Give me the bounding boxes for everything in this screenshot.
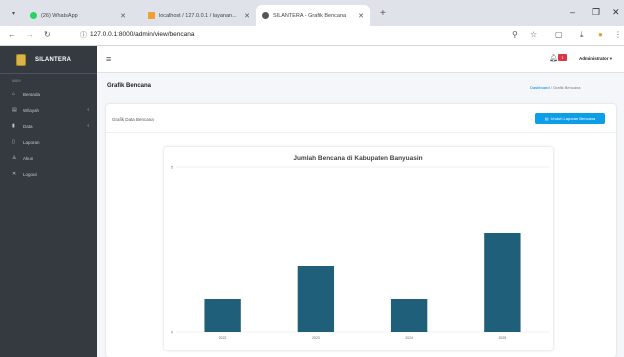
sidebar-item-beranda[interactable]: ⌂ Beranda xyxy=(0,86,97,102)
home-icon: ⌂ xyxy=(12,91,16,97)
site-info-icon[interactable]: ⓘ xyxy=(80,30,87,40)
window-close-icon[interactable]: ✕ xyxy=(612,7,620,18)
tab-phpmyadmin[interactable]: localhost / 127.0.0.1 / layanan... ✕ xyxy=(142,5,256,26)
sidebar-item-label: Beranda xyxy=(23,91,41,97)
close-icon[interactable]: ✕ xyxy=(358,12,364,20)
profile-avatar-icon[interactable]: ● xyxy=(598,30,603,39)
chevron-icon: ‹ xyxy=(87,107,89,113)
maximize-icon[interactable]: ❐ xyxy=(592,7,600,18)
sidebar-item-logout[interactable]: ✕ Logout xyxy=(0,166,97,182)
chevron-icon: ‹ xyxy=(87,123,89,129)
whatsapp-icon xyxy=(30,12,37,19)
chart-icon: ▮ xyxy=(12,123,15,129)
browser-tab-bar: ▾ (26) WhatsApp ✕ localhost / 127.0.0.1 … xyxy=(0,0,624,26)
breadcrumb-separator: / xyxy=(550,85,552,90)
download-report-label: Unduh Laporan Bencana xyxy=(550,116,596,121)
address-bar: ← → ↻ ⓘ 127.0.0.1:8000/admin/view/bencan… xyxy=(0,26,624,46)
brand[interactable]: SILANTERA xyxy=(0,46,97,74)
close-icon[interactable]: ✕ xyxy=(244,12,250,20)
y-tick-label: 5 xyxy=(171,166,173,170)
x-tick-label: 2023 xyxy=(312,336,320,340)
breadcrumb-home-link[interactable]: Dashboard xyxy=(530,85,550,90)
sidebar-item-label: Akun xyxy=(23,155,34,161)
sidebar: SILANTERA MAIN ⌂ Beranda ▤ Wilayah ‹ ▮ D… xyxy=(0,46,97,357)
menu-dots-icon[interactable]: ⋮ xyxy=(614,30,622,39)
zoom-icon[interactable]: ⚲ xyxy=(512,30,518,39)
new-tab-button[interactable]: + xyxy=(380,8,386,19)
sidebar-item-label: Wilayah xyxy=(23,107,40,113)
breadcrumb-current: Grafik Bencana xyxy=(552,85,581,90)
file-icon: ▯ xyxy=(12,139,15,145)
download-icon[interactable]: ⤓ xyxy=(580,30,584,40)
chart-container: Jumlah Bencana di Kabupaten Banyuasin 0 5 2… xyxy=(164,147,553,350)
breadcrumb: Dashboard / Grafik Bencana xyxy=(530,85,581,90)
y-tick-label: 0 xyxy=(171,331,173,335)
x-tick-label: 2024 xyxy=(405,336,413,340)
bar xyxy=(390,299,428,332)
hamburger-menu-icon[interactable]: ≡ xyxy=(106,54,111,64)
x-tick-label: 2025 xyxy=(498,336,506,340)
sidebar-item-laporan[interactable]: ▯ Laporan xyxy=(0,134,97,150)
sidebar-item-akun[interactable]: ♙ Akun xyxy=(0,150,97,166)
bell-icon[interactable]: 🔔︎ xyxy=(549,54,558,62)
tab-search-icon[interactable]: ▾ xyxy=(12,10,15,17)
brand-name: SILANTERA xyxy=(35,56,72,63)
chart-title: Jumlah Bencana di Kabupaten Banyuasin xyxy=(293,155,422,162)
sidebar-item-data[interactable]: ▮ Data ‹ xyxy=(0,118,97,134)
reload-icon[interactable]: ↻ xyxy=(44,30,51,39)
app-top-navbar: ≡ 🔔︎ 1 Administrator ▾ xyxy=(97,46,624,73)
chart-card: Grafik Data Bencana ▤ Unduh Laporan Benc… xyxy=(106,104,616,357)
bar xyxy=(204,299,241,332)
card-header: Grafik Data Bencana ▤ Unduh Laporan Benc… xyxy=(106,104,616,133)
close-icon[interactable]: ✕ xyxy=(120,12,126,20)
bar-chart: Jumlah Bencana di Kabupaten Banyuasin 0 5 2… xyxy=(171,155,549,340)
bookmark-star-icon[interactable]: ☆ xyxy=(530,30,537,39)
card-title: Grafik Data Bencana xyxy=(112,117,154,122)
sidebar-item-label: Laporan xyxy=(23,139,40,145)
url-field[interactable]: 127.0.0.1:8000/admin/view/bencana xyxy=(90,31,194,38)
bar xyxy=(484,233,521,332)
download-report-button[interactable]: ▤ Unduh Laporan Bencana xyxy=(535,113,605,124)
sidebar-item-wilayah[interactable]: ▤ Wilayah ‹ xyxy=(0,102,97,118)
close-icon: ✕ xyxy=(12,171,17,177)
phpmyadmin-icon xyxy=(148,12,155,19)
notification-badge[interactable]: 1 xyxy=(558,54,567,61)
forward-icon[interactable]: → xyxy=(26,30,34,39)
user-menu[interactable]: Administrator ▾ xyxy=(579,56,612,62)
page-title: Grafik Bencana xyxy=(107,83,152,89)
sidebar-item-label: Logout xyxy=(23,171,37,177)
tab-title: (26) WhatsApp xyxy=(41,12,78,19)
download-file-icon: ▤ xyxy=(544,116,549,121)
brand-logo-icon xyxy=(16,53,26,66)
extensions-icon[interactable]: ▢ xyxy=(555,30,563,39)
minimize-icon[interactable]: – xyxy=(570,7,575,17)
sidebar-item-label: Data xyxy=(23,123,33,129)
tab-title: localhost / 127.0.0.1 / layanan... xyxy=(159,12,237,19)
globe-icon xyxy=(262,12,269,19)
menu-header: MAIN xyxy=(12,79,21,83)
back-icon[interactable]: ← xyxy=(8,30,16,39)
x-tick-label: 2022 xyxy=(219,336,227,340)
bar xyxy=(297,266,335,332)
tab-whatsapp[interactable]: (26) WhatsApp ✕ xyxy=(24,5,132,26)
user-icon: ♙ xyxy=(12,155,17,161)
map-icon: ▤ xyxy=(12,107,17,113)
tab-silantera[interactable]: SILANTERA - Grafik Bencana ✕ xyxy=(256,5,370,26)
user-name: Administrator xyxy=(579,56,609,61)
tab-title: SILANTERA - Grafik Bencana xyxy=(273,12,347,19)
